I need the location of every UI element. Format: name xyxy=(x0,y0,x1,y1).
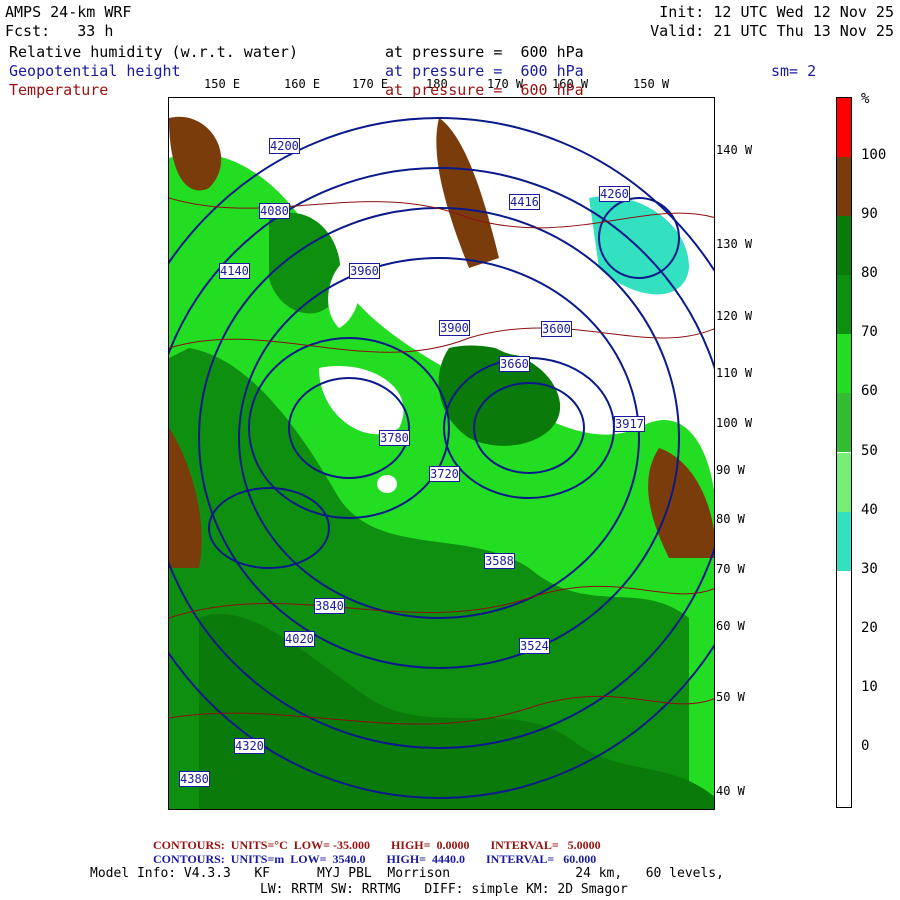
lon-label: 170 E xyxy=(352,77,389,91)
contour-label: 3840 xyxy=(314,598,345,614)
contour-label: 4200 xyxy=(269,138,300,154)
contour-label: 3660 xyxy=(499,356,530,372)
colorbar-label: 70 xyxy=(861,324,878,341)
colorbar-bin xyxy=(837,216,851,276)
lat-label: 140 W xyxy=(716,143,753,157)
colorbar-bin xyxy=(837,393,851,453)
colorbar-label: 40 xyxy=(861,501,878,518)
colorbar-unit: % xyxy=(861,91,870,107)
colorbar xyxy=(836,97,852,808)
colorbar-label: 0 xyxy=(861,737,870,754)
contour-label: 4416 xyxy=(509,194,540,210)
contour-label: 3720 xyxy=(429,466,460,482)
colorbar-bin xyxy=(837,688,851,748)
colorbar-label: 80 xyxy=(861,265,878,282)
lat-label: 110 W xyxy=(716,366,753,380)
lat-label: 130 W xyxy=(716,237,753,251)
contour-label: 4260 xyxy=(599,186,630,202)
colorbar-label: 20 xyxy=(861,619,878,636)
lat-label: 40 W xyxy=(716,784,745,798)
contour-label: 4140 xyxy=(219,263,250,279)
colorbar-label: 30 xyxy=(861,560,878,577)
model-info: Model Info: V4.3.3 KF MYJ PBL Morrison 2… xyxy=(90,866,724,881)
lat-label: 80 W xyxy=(716,512,745,526)
temperature-level: at pressure = 600 hPa xyxy=(385,81,584,99)
contour-label: 3588 xyxy=(484,553,515,569)
contour-label: 4020 xyxy=(284,631,315,647)
contour-label: 3960 xyxy=(349,263,380,279)
init-time: Init: 12 UTC Wed 12 Nov 25 xyxy=(659,3,894,21)
colorbar-label: 10 xyxy=(861,678,878,695)
forecast-hour: Fcst: 33 h xyxy=(5,22,114,40)
contour-label: 3900 xyxy=(439,320,470,336)
temperature-contour-info: CONTOURS: UNITS=°C LOW= -35.000 HIGH= 0.… xyxy=(153,838,601,852)
geopotential-contour-info: CONTOURS: UNITS=m LOW= 3540.0 HIGH= 4440… xyxy=(153,852,597,866)
colorbar-bin xyxy=(837,157,851,217)
lon-label: 150 W xyxy=(633,77,670,91)
colorbar-bin xyxy=(837,452,851,512)
contour-label: 4320 xyxy=(234,738,265,754)
valid-time: Valid: 21 UTC Thu 13 Nov 25 xyxy=(650,22,894,40)
lat-label: 50 W xyxy=(716,690,745,704)
contour-label: 3780 xyxy=(379,430,410,446)
rh-label: Relative humidity (w.r.t. water) xyxy=(9,43,298,61)
contour-label: 3524 xyxy=(519,638,550,654)
colorbar-label: 90 xyxy=(861,206,878,223)
lat-label: 100 W xyxy=(716,416,753,430)
colorbar-label: 50 xyxy=(861,442,878,459)
temperature-label: Temperature xyxy=(9,81,109,99)
contour-label: 4380 xyxy=(179,771,210,787)
lat-label: 90 W xyxy=(716,463,745,477)
contour-label: 3600 xyxy=(541,321,572,337)
smoothing-label: sm= 2 xyxy=(771,62,817,80)
colorbar-bin xyxy=(837,98,851,158)
gh-label: Geopotential height xyxy=(9,62,181,80)
contour-label: 4080 xyxy=(259,203,290,219)
lat-label: 70 W xyxy=(716,562,745,576)
lat-label: 60 W xyxy=(716,619,745,633)
rh-level: at pressure = 600 hPa xyxy=(385,43,584,61)
colorbar-bin xyxy=(837,570,851,630)
colorbar-label: 100 xyxy=(861,147,887,164)
lon-label: 160 E xyxy=(284,77,321,91)
colorbar-bin xyxy=(837,334,851,394)
physics-info: LW: RRTM SW: RRTMG DIFF: simple KM: 2D S… xyxy=(260,882,628,897)
colorbar-label: 60 xyxy=(861,383,878,400)
model-title: AMPS 24-km WRF xyxy=(5,3,132,21)
colorbar-bin xyxy=(837,511,851,571)
colorbar-bin xyxy=(837,629,851,689)
lat-label: 120 W xyxy=(716,309,753,323)
colorbar-bin xyxy=(837,275,851,335)
contour-label: 3917 xyxy=(614,416,645,432)
lon-label: 150 E xyxy=(204,77,241,91)
colorbar-bin xyxy=(837,747,851,807)
weather-map: 4200 4260 4140 4080 3960 3900 3840 3780 … xyxy=(168,97,715,810)
